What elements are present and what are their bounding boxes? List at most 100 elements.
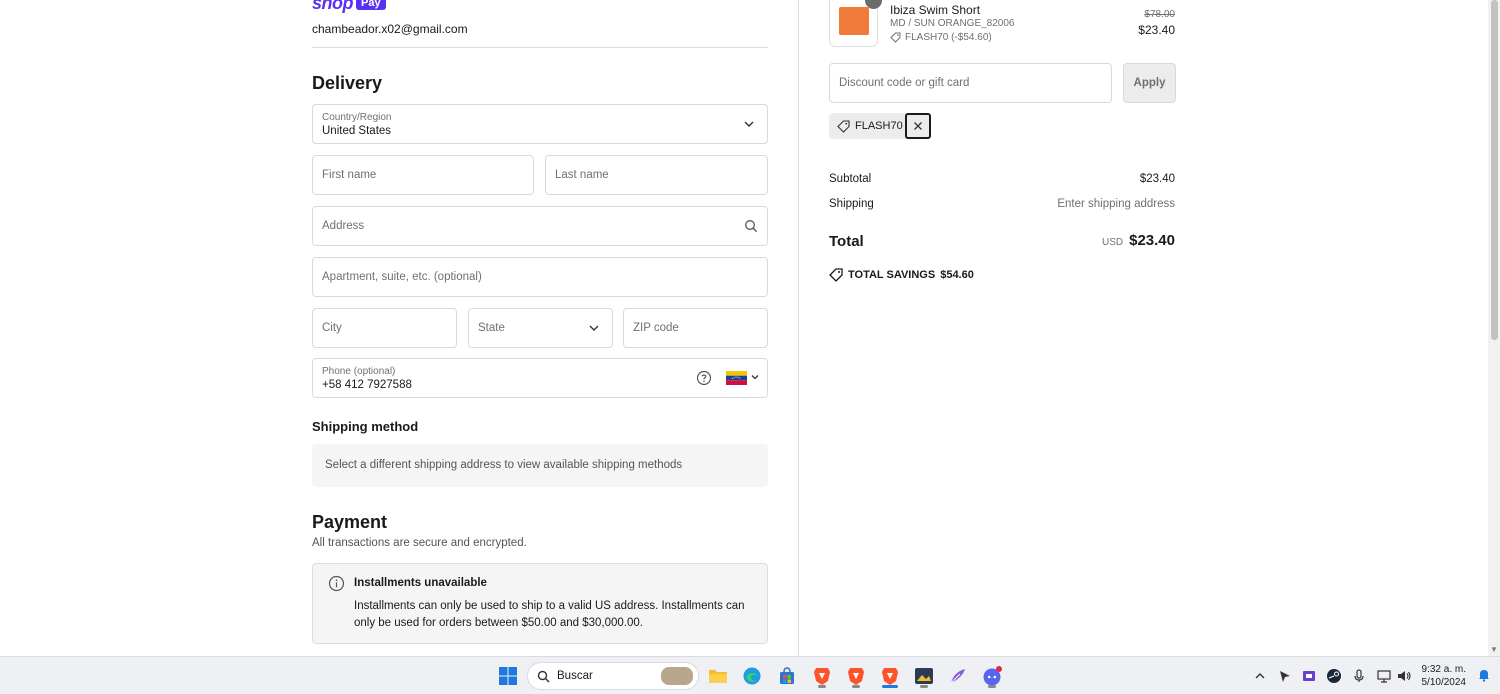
active-indicator — [852, 685, 860, 688]
start-button[interactable] — [496, 664, 520, 688]
swim-short-image — [839, 7, 869, 35]
discount-code-input[interactable]: Discount code or gift card — [829, 63, 1112, 103]
edge-icon — [743, 667, 761, 685]
total-amount: USD $23.40 — [1102, 232, 1175, 249]
store-button[interactable] — [775, 664, 799, 688]
shipping-method-heading: Shipping method — [312, 419, 419, 434]
apartment-placeholder: Apartment, suite, etc. (optional) — [322, 271, 482, 283]
page-scrollbar[interactable]: ▼ — [1488, 0, 1500, 656]
chevron-down-icon — [589, 325, 599, 331]
scroll-down-icon[interactable]: ▼ — [1490, 645, 1498, 654]
apartment-field[interactable]: Apartment, suite, etc. (optional) — [312, 257, 768, 297]
state-placeholder: State — [478, 322, 505, 334]
total-label: Total — [829, 233, 864, 250]
discord-icon — [983, 666, 1002, 686]
brave-icon — [814, 668, 830, 685]
system-clock[interactable]: 9:32 a. m. 5/10/2024 — [1422, 663, 1467, 689]
steam-icon[interactable] — [1326, 668, 1342, 684]
brave-button-1[interactable] — [810, 664, 834, 688]
store-icon — [780, 667, 794, 684]
scrollbar-thumb[interactable] — [1491, 0, 1498, 340]
zip-field[interactable]: ZIP code — [623, 308, 768, 348]
applied-discount-code: FLASH70 — [855, 120, 903, 132]
file-explorer-button[interactable] — [706, 664, 730, 688]
cursor-app-icon[interactable] — [1277, 668, 1293, 684]
brave-icon — [882, 668, 898, 685]
chevron-down-icon — [744, 121, 754, 127]
first-name-placeholder: First name — [322, 169, 377, 181]
network-icon[interactable] — [1376, 668, 1392, 684]
purple-app-icon[interactable] — [1301, 668, 1317, 684]
product-discount-text: FLASH70 (-$54.60) — [905, 32, 992, 43]
product-variant: MD / SUN ORANGE_82006 — [890, 18, 1015, 29]
shop-pay-logo: shop Pay — [312, 0, 386, 13]
apply-button[interactable]: Apply — [1123, 63, 1176, 103]
taskbar-search[interactable]: Buscar — [527, 662, 699, 690]
savings-value: $54.60 — [940, 269, 974, 281]
shipping-method-message: Select a different shipping address to v… — [325, 459, 683, 471]
chevron-up-icon[interactable] — [1252, 668, 1268, 684]
delivery-heading: Delivery — [312, 73, 383, 93]
shipping-method-notice: Select a different shipping address to v… — [312, 444, 768, 487]
price-current: $23.40 — [1138, 23, 1175, 37]
order-summary-column: Ibiza Swim Short MD / SUN ORANGE_82006 F… — [798, 0, 1500, 656]
subtotal-label: Subtotal — [829, 173, 872, 185]
active-indicator — [988, 685, 996, 688]
speaker-icon[interactable] — [1396, 668, 1412, 684]
shop-pay-badge: Pay — [356, 0, 386, 10]
payment-subtitle: All transactions are secure and encrypte… — [312, 537, 527, 549]
notification-bell-icon[interactable] — [1477, 668, 1491, 682]
country-label: Country/Region — [322, 112, 392, 123]
active-indicator — [920, 685, 928, 688]
total-value: $23.40 — [1129, 232, 1175, 249]
tag-icon — [890, 32, 901, 43]
total-savings: TOTAL SAVINGS $54.60 — [829, 268, 974, 282]
installments-body: Installments can only be used to ship to… — [354, 600, 745, 629]
discount-code-placeholder: Discount code or gift card — [839, 77, 970, 89]
country-select[interactable]: Country/Region United States — [312, 104, 768, 144]
pen-app-button[interactable] — [946, 664, 970, 688]
microphone-icon[interactable] — [1351, 668, 1367, 684]
shipping-value: Enter shipping address — [1057, 198, 1175, 210]
phone-field[interactable]: Phone (optional) +58 412 7927588 — [312, 358, 768, 398]
folder-icon — [709, 670, 727, 683]
last-name-field[interactable]: Last name — [545, 155, 768, 195]
app-button[interactable] — [912, 664, 936, 688]
price-original: $78.00 — [1144, 9, 1175, 20]
shipping-label: Shipping — [829, 198, 874, 210]
taskbar: Buscar 9:32 a. m. 5/10/2024 — [0, 656, 1500, 694]
phone-label: Phone (optional) — [322, 366, 396, 377]
zip-placeholder: ZIP code — [633, 322, 679, 334]
tag-icon — [829, 268, 843, 282]
subtotal-value: $23.40 — [1139, 173, 1175, 185]
search-icon — [745, 220, 758, 233]
savings-label: TOTAL SAVINGS — [848, 269, 936, 281]
active-indicator — [818, 685, 826, 688]
address-field[interactable]: Address — [312, 206, 768, 246]
image-app-icon — [915, 668, 933, 684]
city-placeholder: City — [322, 322, 342, 334]
discord-button[interactable] — [980, 664, 1004, 688]
installments-title: Installments unavailable — [354, 577, 487, 589]
info-icon — [328, 575, 345, 592]
brave-button-2[interactable] — [844, 664, 868, 688]
brave-icon — [848, 668, 864, 685]
chevron-down-icon[interactable] — [750, 372, 760, 382]
applied-discount-tag: FLASH70 — [829, 113, 931, 139]
venezuela-flag-icon[interactable] — [726, 371, 747, 385]
first-name-field[interactable]: First name — [312, 155, 534, 195]
product-name: Ibiza Swim Short — [890, 3, 981, 17]
state-select[interactable]: State — [468, 308, 613, 348]
total-currency: USD — [1101, 237, 1124, 248]
remove-discount-button[interactable] — [904, 113, 931, 139]
city-field[interactable]: City — [312, 308, 457, 348]
brave-button-3[interactable] — [878, 664, 902, 688]
divider — [312, 47, 768, 48]
windows-icon — [499, 667, 517, 685]
search-icon — [537, 670, 550, 683]
country-value: United States — [322, 125, 392, 137]
help-icon[interactable] — [696, 370, 712, 386]
close-icon — [913, 122, 922, 130]
edge-button[interactable] — [740, 664, 764, 688]
account-email: chambeador.x02@gmail.com — [312, 22, 468, 36]
